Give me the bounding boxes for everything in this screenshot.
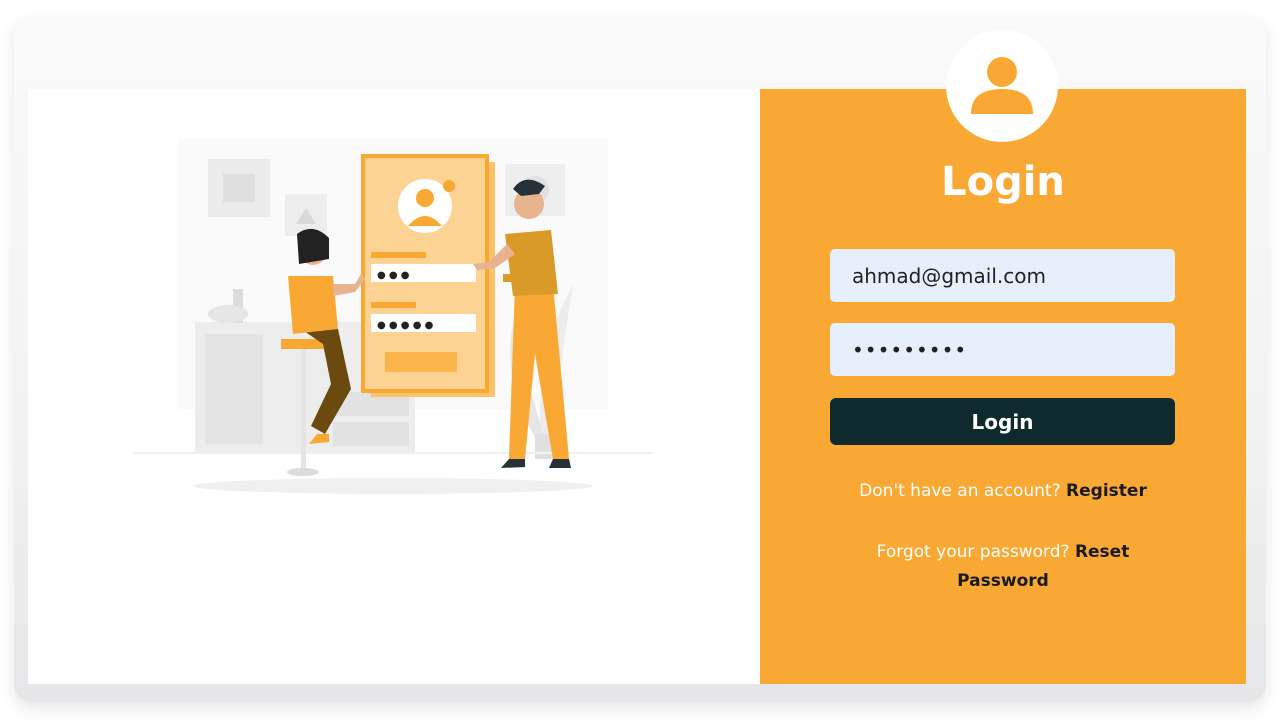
phone-avatar-head <box>416 189 434 207</box>
register-prompt-text: Don't have an account? <box>859 481 1061 501</box>
bowl <box>208 305 248 323</box>
wall-frame-1-inner <box>223 174 255 202</box>
login-card: ● ● ● ● ● ● ● ● Login ahmad@gmail.com ••… <box>28 30 1246 684</box>
phone-field-1-dots: ● ● ● <box>377 270 410 281</box>
email-input[interactable] <box>830 249 1175 302</box>
phone-button <box>385 352 457 372</box>
login-title: Login <box>941 159 1065 205</box>
man-torso <box>505 230 558 296</box>
password-input[interactable] <box>830 323 1175 376</box>
forgot-password-line: Forgot your password? Reset Password <box>840 538 1166 596</box>
user-icon <box>971 57 1033 114</box>
woman-torso <box>288 276 338 334</box>
floor-shadow <box>193 478 593 494</box>
avatar <box>946 30 1058 142</box>
man-shoe-right <box>549 459 571 468</box>
stool-base <box>287 468 319 476</box>
cabinet-drawer-2 <box>333 422 409 446</box>
stool-leg <box>301 349 306 469</box>
phone-field-label-2 <box>371 302 416 308</box>
phone-field-label-1 <box>371 252 426 258</box>
phone-avatar-dot <box>443 180 455 192</box>
man-shoe-left <box>501 459 525 468</box>
login-illustration: ● ● ● ● ● ● ● ● <box>133 139 653 494</box>
login-button[interactable]: Login <box>830 398 1175 445</box>
illustration-pane: ● ● ● ● ● ● ● ● <box>28 89 760 684</box>
woman-hair <box>297 228 329 264</box>
phone-field-2-dots: ● ● ● ● ● <box>377 320 434 331</box>
register-link[interactable]: Register <box>1066 481 1147 501</box>
floor-line <box>133 452 653 454</box>
forgot-password-text: Forgot your password? <box>876 542 1070 562</box>
register-prompt-line: Don't have an account? Register <box>840 477 1166 506</box>
cabinet-door <box>205 334 263 444</box>
login-panel: Login Login Don't have an account? Regis… <box>760 30 1246 684</box>
